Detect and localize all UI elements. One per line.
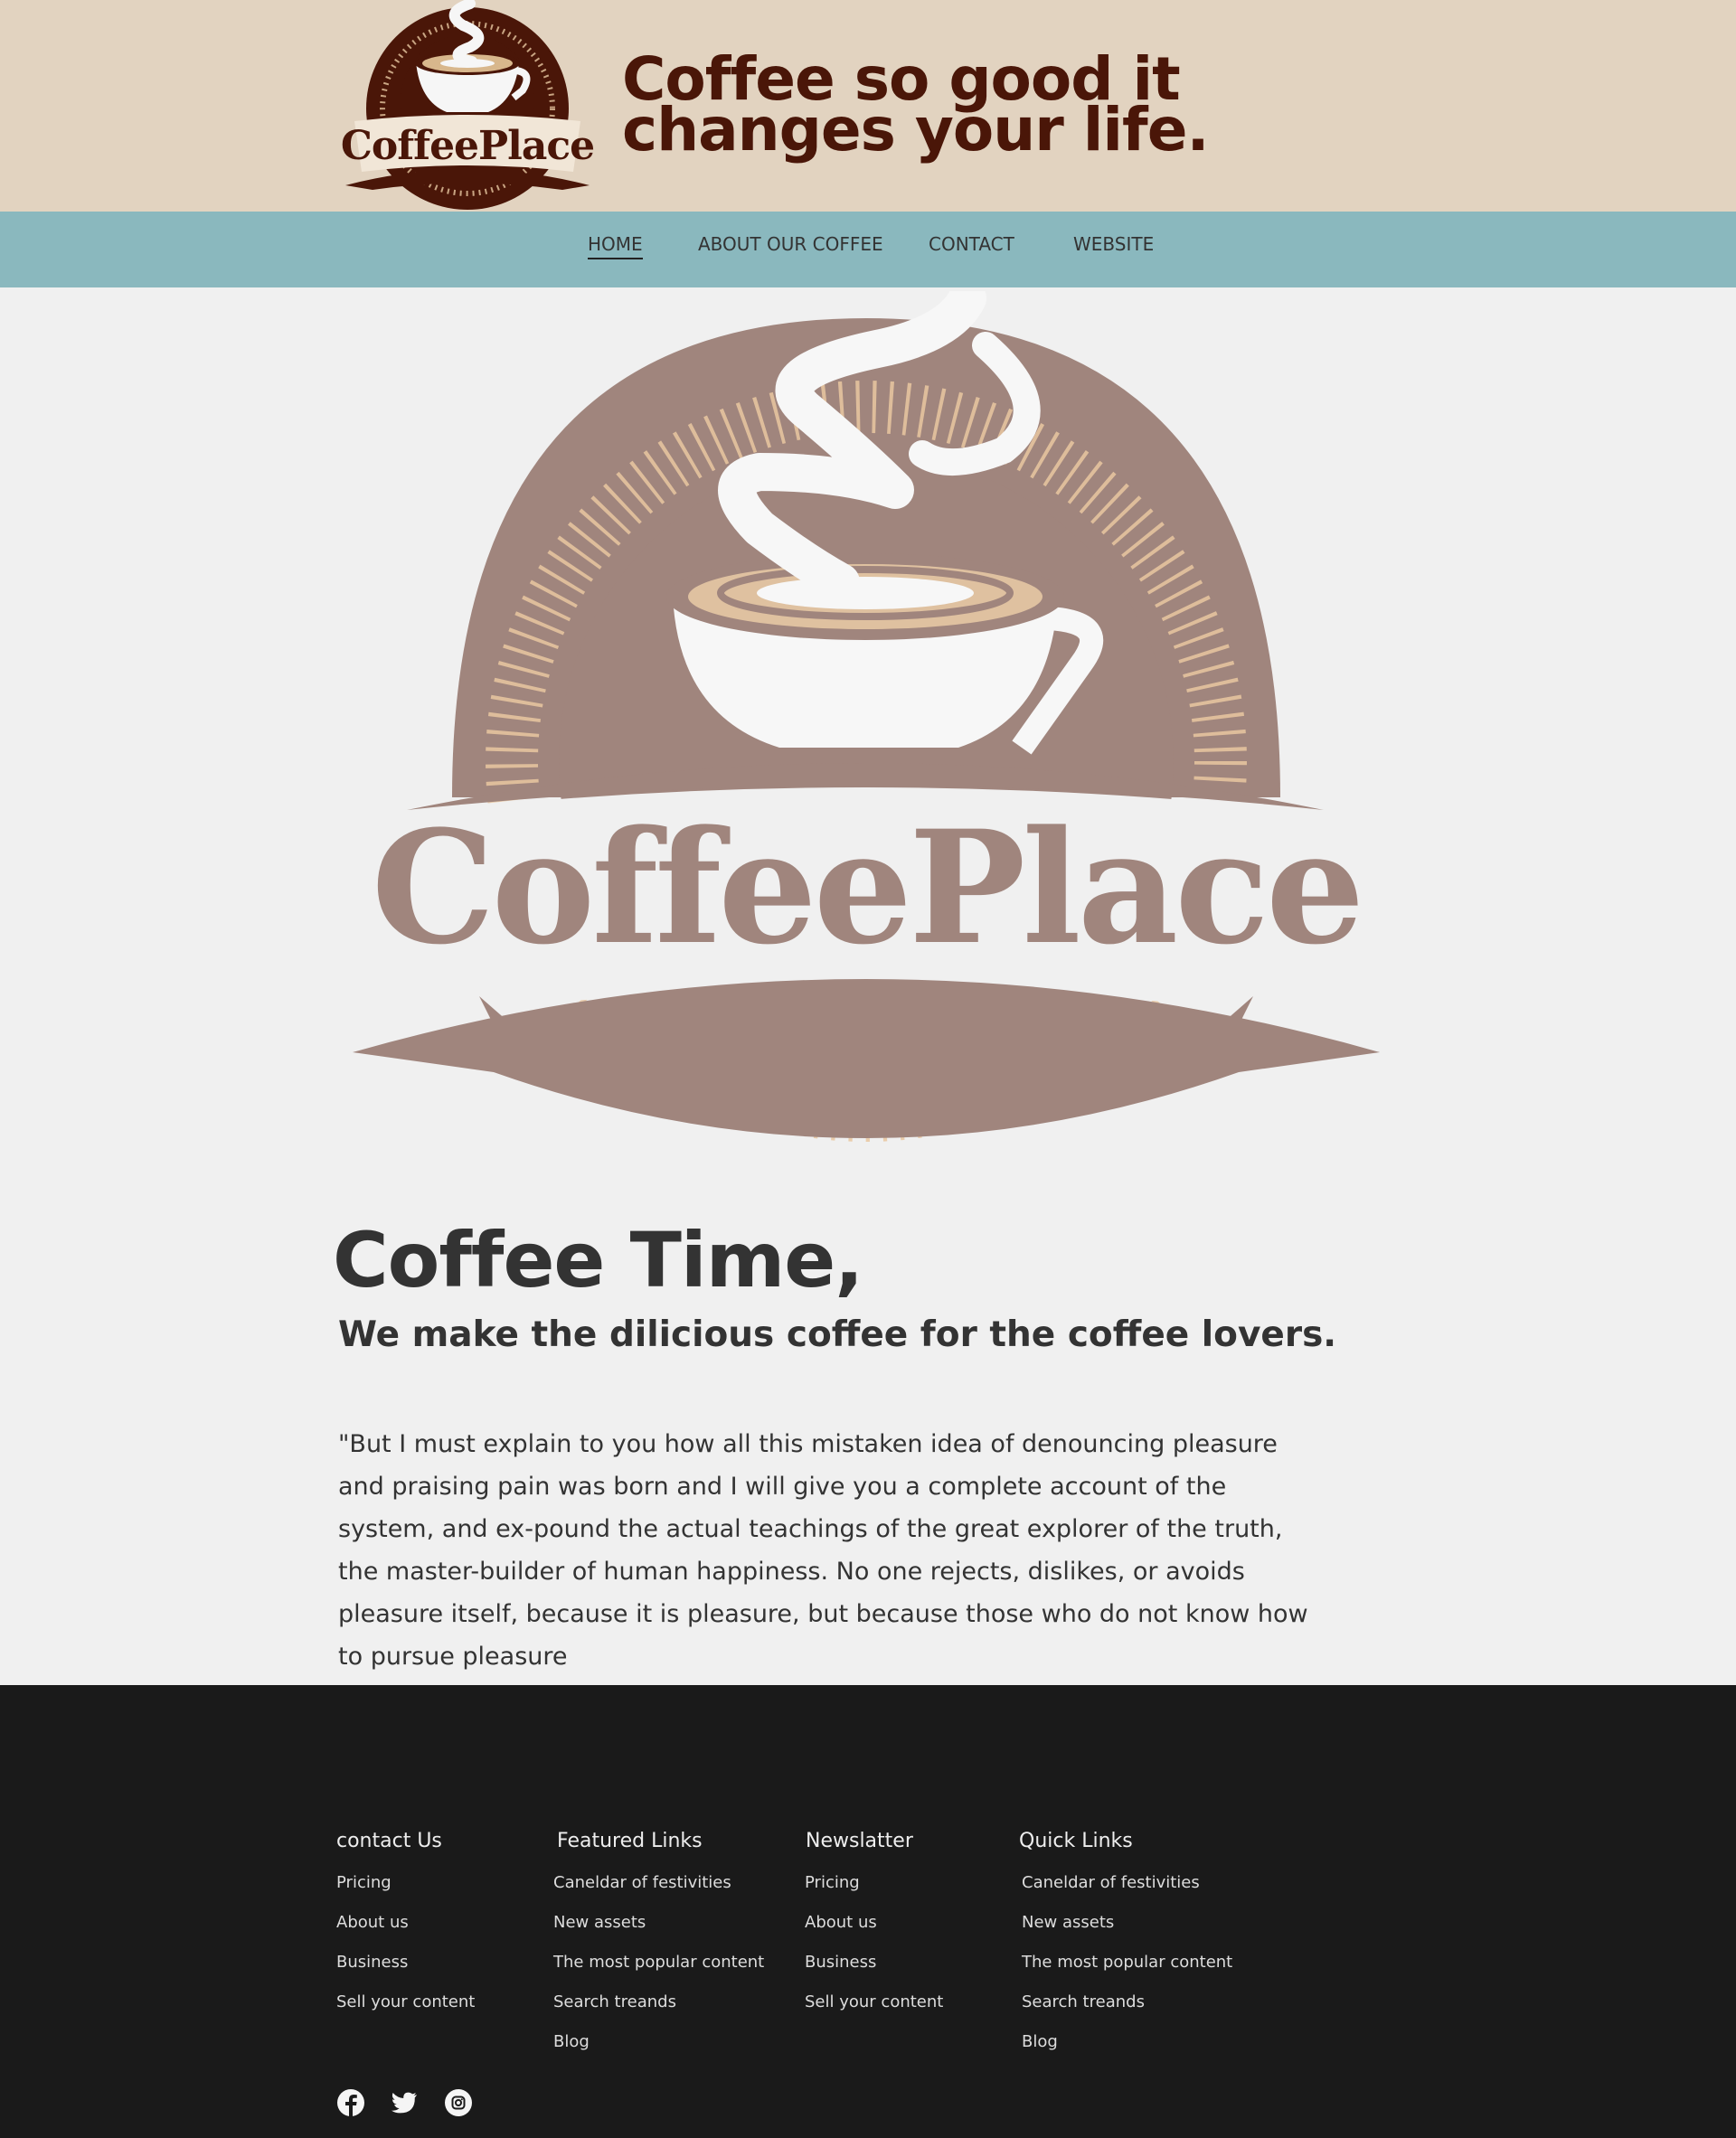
hero-logo-image: CoffeePlace xyxy=(353,291,1380,1142)
nav-website[interactable]: WEBSITE xyxy=(1073,233,1154,255)
footer-link-about-us[interactable]: About us xyxy=(805,1913,943,1953)
footer-col-newsletter: Newslatter Pricing About us Business Sel… xyxy=(805,1830,943,2032)
footer-col-quick: Quick Links Caneldar of festivities New … xyxy=(1019,1830,1232,2072)
footer-link-search-trends[interactable]: Search treands xyxy=(553,1992,764,2032)
page-title: Coffee Time, xyxy=(333,1216,863,1304)
hero-wordmark: CoffeePlace xyxy=(372,796,1362,979)
instagram-icon[interactable] xyxy=(444,2088,473,2117)
footer-col-featured: Featured Links Caneldar of festivities N… xyxy=(553,1830,764,2072)
footer-link-popular-content[interactable]: The most popular content xyxy=(1022,1953,1232,1992)
nav-home[interactable]: HOME xyxy=(588,233,643,259)
footer-link-blog[interactable]: Blog xyxy=(553,2032,764,2072)
nav-contact[interactable]: CONTACT xyxy=(929,233,1014,255)
intro-paragraph: "But I must explain to you how all this … xyxy=(338,1430,1308,1671)
footer-link-pricing[interactable]: Pricing xyxy=(805,1873,943,1913)
footer-col-contact: contact Us Pricing About us Business Sel… xyxy=(336,1830,475,2032)
footer-link-new-assets[interactable]: New assets xyxy=(1022,1913,1232,1953)
main-nav: HOME ABOUT OUR COFFEE CONTACT WEBSITE xyxy=(0,212,1736,287)
footer-link-calendar[interactable]: Caneldar of festivities xyxy=(553,1873,764,1913)
footer-link-sell-content[interactable]: Sell your content xyxy=(805,1992,943,2032)
footer-link-search-trends[interactable]: Search treands xyxy=(1022,1992,1232,2032)
site-header: CoffeePlace Coffee so good it changes yo… xyxy=(0,0,1736,212)
hero-emblem: CoffeePlace xyxy=(353,291,1380,1142)
footer-heading: Newslatter xyxy=(806,1830,913,1852)
footer-link-sell-content[interactable]: Sell your content xyxy=(336,1992,475,2032)
nav-about-our-coffee[interactable]: ABOUT OUR COFFEE xyxy=(698,233,883,255)
footer-heading: Featured Links xyxy=(557,1830,703,1852)
facebook-icon[interactable] xyxy=(336,2088,365,2117)
footer-heading: contact Us xyxy=(336,1830,442,1852)
header-tagline: Coffee so good it changes your life. xyxy=(622,44,1210,165)
page-subtitle: We make the dilicious coffee for the cof… xyxy=(338,1314,1337,1355)
site-footer: contact Us Pricing About us Business Sel… xyxy=(0,1685,1736,2138)
footer-link-new-assets[interactable]: New assets xyxy=(553,1913,764,1953)
logo-wordmark: CoffeePlace xyxy=(341,123,594,169)
footer-heading: Quick Links xyxy=(1019,1830,1133,1852)
footer-link-about-us[interactable]: About us xyxy=(336,1913,475,1953)
footer-link-blog[interactable]: Blog xyxy=(1022,2032,1232,2072)
twitter-icon[interactable] xyxy=(390,2088,419,2117)
coffeeplace-logo[interactable]: CoffeePlace xyxy=(336,0,599,212)
footer-link-pricing[interactable]: Pricing xyxy=(336,1873,475,1913)
footer-link-business[interactable]: Business xyxy=(336,1953,475,1992)
footer-link-popular-content[interactable]: The most popular content xyxy=(553,1953,764,1992)
footer-link-calendar[interactable]: Caneldar of festivities xyxy=(1022,1873,1232,1913)
footer-link-business[interactable]: Business xyxy=(805,1953,943,1992)
